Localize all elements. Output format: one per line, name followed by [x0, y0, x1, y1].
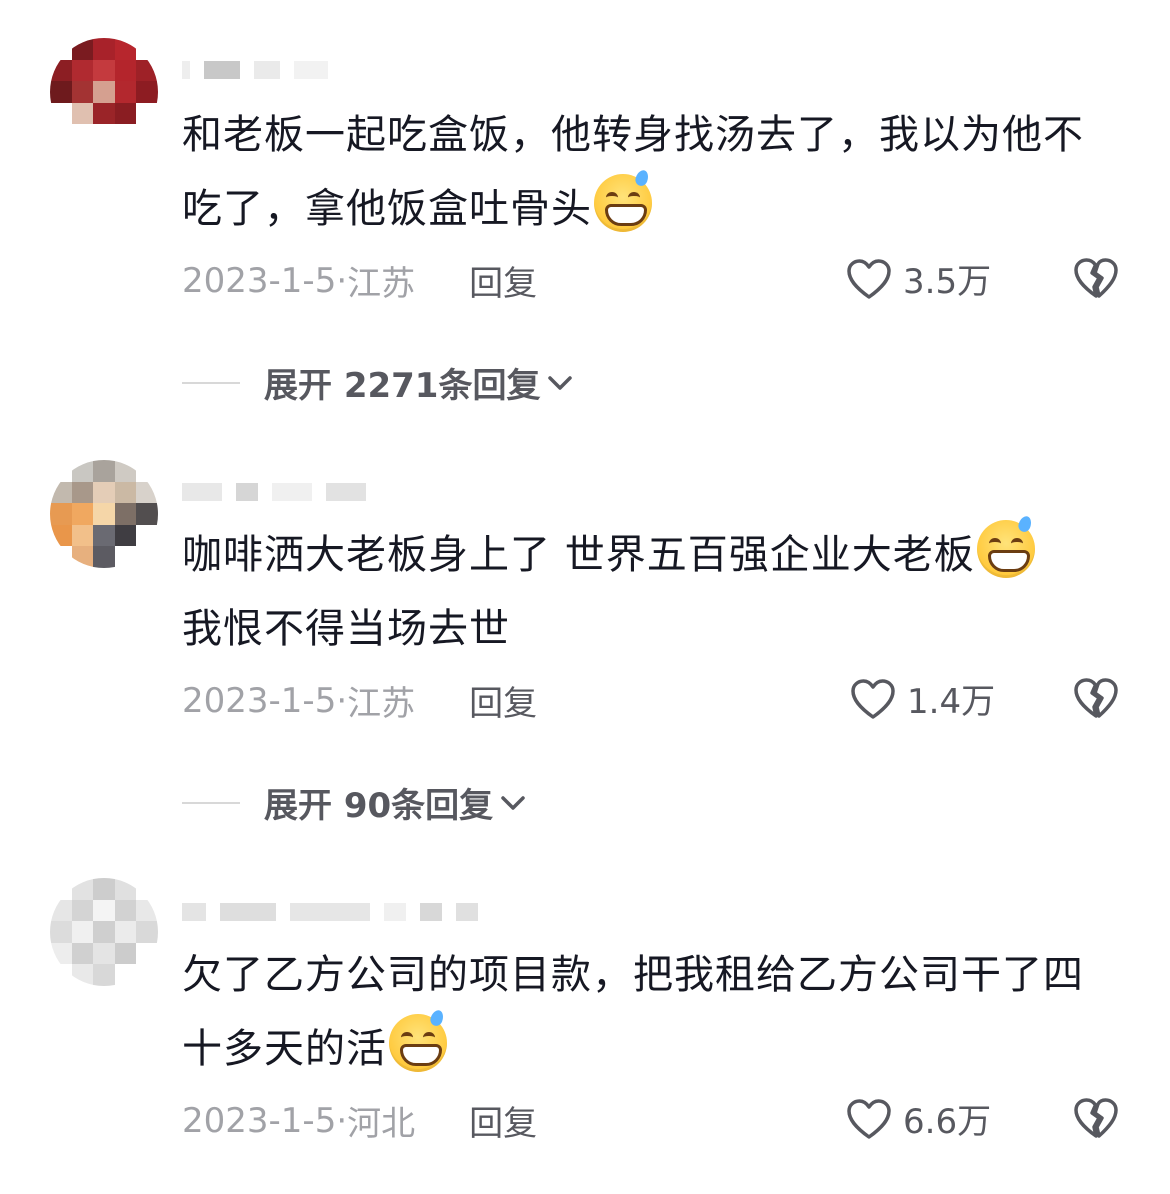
broken-heart-icon: [1074, 1098, 1118, 1138]
comment-body: 欠了乙方公司的项目款，把我租给乙方公司干了四十多天的活: [182, 952, 1084, 1072]
reply-button[interactable]: 回复: [469, 676, 537, 725]
meta-dot: ·: [336, 1100, 348, 1141]
heart-outline-icon: [851, 678, 895, 719]
comment-date: 2023-1-5: [182, 680, 337, 721]
comment-meta: 2023-1-5 · 江苏 回复: [182, 676, 537, 725]
comment-text: 咖啡洒大老板身上了 世界五百强企业大老板 我恨不得当场去世: [182, 514, 1122, 666]
avatar[interactable]: [50, 878, 158, 986]
divider: [182, 381, 240, 384]
like-button[interactable]: 6.6万: [845, 1094, 991, 1143]
grinning-sweat-emoji: [976, 514, 1035, 578]
comment-date: 2023-1-5: [182, 260, 337, 301]
avatar[interactable]: [50, 460, 158, 568]
comment-meta: 2023-1-5 · 河北 回复: [182, 1096, 537, 1145]
comment-date: 2023-1-5: [182, 1100, 337, 1141]
dislike-button[interactable]: [1072, 676, 1120, 724]
dislike-button[interactable]: [1072, 256, 1120, 304]
chevron-down-icon: [501, 795, 525, 810]
grinning-sweat-emoji: [389, 1008, 447, 1072]
username-blurred[interactable]: [182, 900, 478, 924]
like-button[interactable]: 3.5万: [845, 254, 991, 303]
comment-text: 和老板一起吃盒饭，他转身找汤去了，我以为他不吃了，拿他饭盒吐骨头: [182, 98, 1122, 246]
comment-body-line1: 咖啡洒大老板身上了 世界五百强企业大老板: [182, 532, 975, 578]
meta-dot: ·: [336, 680, 348, 721]
like-count: 1.4万: [907, 682, 996, 722]
heart-outline-icon: [847, 1098, 891, 1139]
like-button[interactable]: 1.4万: [849, 674, 995, 723]
avatar[interactable]: [50, 38, 158, 146]
reply-button[interactable]: 回复: [469, 256, 537, 305]
comment-location: 江苏: [347, 264, 416, 304]
username-blurred[interactable]: [182, 58, 328, 82]
expand-replies-button[interactable]: 展开 90条回复: [182, 778, 527, 827]
meta-dot: ·: [336, 260, 348, 301]
like-count: 6.6万: [903, 1102, 992, 1142]
grinning-sweat-emoji: [594, 168, 652, 232]
dislike-button[interactable]: [1072, 1096, 1120, 1144]
comment-location: 河北: [347, 1104, 416, 1144]
comment-body-line2: 我恨不得当场去世: [182, 606, 510, 652]
expand-replies-button[interactable]: 展开 2271条回复: [182, 358, 574, 407]
comment-location: 江苏: [347, 684, 416, 724]
expand-label: 展开 90条回复: [264, 786, 494, 826]
chevron-down-icon: [548, 375, 573, 390]
username-blurred[interactable]: [182, 480, 366, 504]
heart-outline-icon: [847, 258, 891, 299]
broken-heart-icon: [1074, 258, 1118, 298]
divider: [182, 801, 240, 804]
broken-heart-icon: [1074, 678, 1118, 718]
reply-button[interactable]: 回复: [469, 1096, 537, 1145]
like-count: 3.5万: [903, 262, 992, 302]
comment-text: 欠了乙方公司的项目款，把我租给乙方公司干了四十多天的活: [182, 938, 1122, 1086]
comment-meta: 2023-1-5 · 江苏 回复: [182, 256, 537, 305]
expand-label: 展开 2271条回复: [264, 366, 541, 406]
